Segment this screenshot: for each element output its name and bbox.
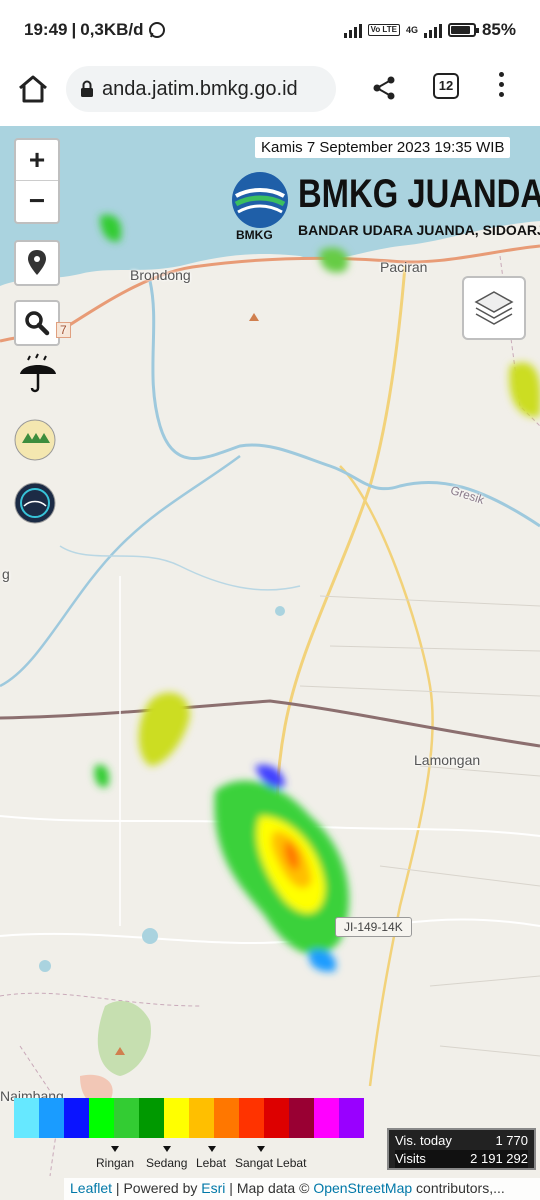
layers-button[interactable] <box>462 276 526 340</box>
layers-icon <box>474 291 514 325</box>
road-label: JI-149-14K <box>335 917 412 937</box>
legend-swatch <box>189 1098 214 1138</box>
battery-percent: 85% <box>481 20 516 39</box>
legend-swatch <box>239 1098 264 1138</box>
url-bar[interactable]: anda.jatim.bmkg.go.id <box>66 66 336 112</box>
road-shield: 7 <box>56 322 71 338</box>
locate-button[interactable] <box>14 240 60 286</box>
signal-icon <box>343 22 362 38</box>
tab-switcher-button[interactable]: 12 <box>433 73 459 99</box>
legend-swatch <box>14 1098 39 1138</box>
zoom-in-button[interactable]: + <box>16 140 58 181</box>
search-button[interactable] <box>14 300 60 346</box>
signal-icon-2 <box>423 22 442 38</box>
network-speed: 0,3KB/d <box>80 20 144 39</box>
zoom-control: + − <box>14 138 60 224</box>
legend-swatch <box>289 1098 314 1138</box>
battery-icon <box>447 23 479 37</box>
location-pin-icon <box>28 250 46 275</box>
status-bar: 19:49 | 0,3KB/d Vo LTE 4G 85% <box>0 0 540 60</box>
visits-total-value: 2 191 292 <box>470 1151 528 1166</box>
leaflet-link[interactable]: Leaflet <box>70 1180 112 1196</box>
libero-logo-icon[interactable] <box>14 419 56 461</box>
url-text: anda.jatim.bmkg.go.id <box>102 77 298 100</box>
browser-toolbar: anda.jatim.bmkg.go.id 12 <box>0 60 540 126</box>
legend-swatch <box>264 1098 289 1138</box>
osm-link[interactable]: OpenStreetMap <box>313 1180 412 1196</box>
home-icon[interactable] <box>16 72 50 106</box>
legend-sedang: Sedang <box>146 1156 188 1170</box>
rain-legend-labels: Ringan Sedang Lebat Sangat Lebat <box>14 1146 374 1176</box>
place-lamongan: Lamongan <box>414 752 481 768</box>
visits-total-label: Visits <box>395 1151 426 1166</box>
legend-swatch <box>39 1098 64 1138</box>
legend-lebat: Lebat <box>196 1156 227 1170</box>
esri-link[interactable]: Esri <box>201 1180 225 1196</box>
legend-tick <box>257 1146 265 1152</box>
whatsapp-icon <box>148 22 165 38</box>
attrib-text: contributors,... <box>412 1180 505 1196</box>
place-paciran: Paciran <box>380 259 428 275</box>
legend-tick <box>163 1146 171 1152</box>
place-left-edge: g <box>2 566 10 582</box>
lock-icon <box>81 80 93 97</box>
legend-swatch <box>214 1098 239 1138</box>
more-menu-icon[interactable] <box>496 72 506 102</box>
legend-tick <box>111 1146 119 1152</box>
visits-today-label: Vis. today <box>395 1133 452 1148</box>
legend-sangat-lebat: Sangat Lebat <box>235 1156 307 1170</box>
volte-badge: Vo LTE <box>367 24 400 36</box>
map-basemap <box>0 126 540 1177</box>
visit-counter: Vis. today 1 770 Visits 2 191 292 <box>387 1128 536 1170</box>
legend-swatch <box>164 1098 189 1138</box>
zoom-out-button[interactable]: − <box>16 181 58 222</box>
legend-ringan: Ringan <box>96 1156 135 1170</box>
legend-swatch <box>339 1098 364 1138</box>
rain-legend <box>14 1098 364 1138</box>
search-icon <box>25 311 50 336</box>
legend-tick <box>208 1146 216 1152</box>
bmkg-branding: BMKG BMKG JUANDA BANDAR UDARA JUANDA, SI… <box>228 170 540 246</box>
place-brondong: Brondong <box>130 267 191 283</box>
bmkg-logo-text: BMKG <box>236 228 273 242</box>
status-time: 19:49 <box>24 20 68 39</box>
legend-swatch <box>89 1098 114 1138</box>
net-type: 4G <box>405 25 418 35</box>
share-icon[interactable] <box>370 74 398 102</box>
visits-today-value: 1 770 <box>495 1133 528 1148</box>
umbrella-rain-icon[interactable] <box>16 352 60 396</box>
legend-swatch <box>314 1098 339 1138</box>
legend-swatch <box>139 1098 164 1138</box>
bmkg-logo-icon <box>232 172 288 228</box>
legend-swatch <box>64 1098 89 1138</box>
attrib-text: | Powered by <box>112 1180 202 1196</box>
circle-logo-icon[interactable] <box>14 482 56 524</box>
brand-subtitle: BANDAR UDARA JUANDA, SIDOARJO <box>298 222 540 238</box>
datetime-label: Kamis 7 September 2023 19:35 WIB <box>255 137 511 158</box>
attrib-text: | Map data © <box>225 1180 314 1196</box>
map-attribution: Leaflet | Powered by Esri | Map data © O… <box>64 1178 540 1200</box>
brand-title: BMKG JUANDA <box>298 172 540 216</box>
legend-swatch <box>114 1098 139 1138</box>
map-view[interactable]: + − Kamis 7 September 2023 19:35 WIB BMK… <box>0 126 540 1200</box>
